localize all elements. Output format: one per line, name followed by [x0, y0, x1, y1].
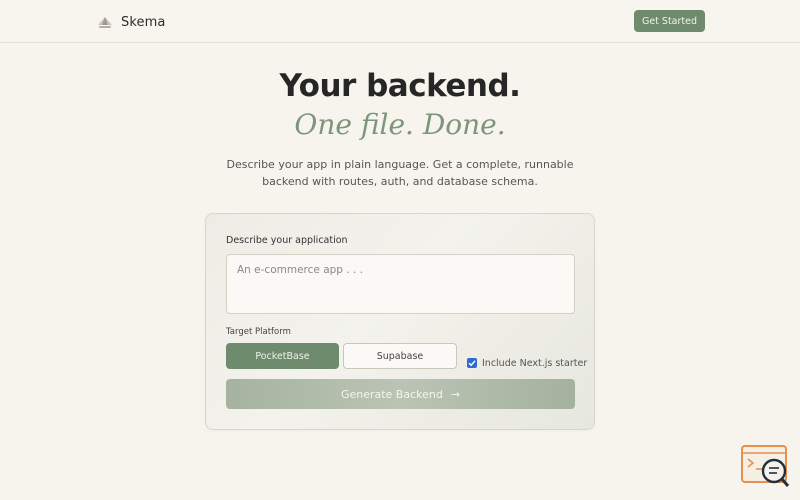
feedback-widget-icon[interactable] — [740, 444, 792, 490]
app-description-input[interactable]: An e-commerce app . . . — [226, 254, 575, 314]
brand[interactable]: Skema — [97, 12, 165, 32]
app-description-label: Describe your application — [226, 235, 348, 246]
logo-icon — [97, 15, 113, 29]
app-description-placeholder: An e-commerce app . . . — [237, 264, 363, 276]
platform-supabase-button[interactable]: Supabase — [343, 343, 457, 369]
target-platform-label: Target Platform — [226, 327, 291, 337]
hero-subtitle: One file. Done. — [294, 108, 506, 141]
generator-card: Describe your application An e-commerce … — [205, 213, 595, 430]
nextjs-checkbox[interactable] — [467, 358, 477, 368]
get-started-button[interactable]: Get Started — [634, 10, 705, 32]
platform-pocketbase-button[interactable]: PocketBase — [226, 343, 339, 369]
checkmark-icon — [468, 360, 476, 367]
nextjs-starter-option[interactable]: Include Next.js starter — [467, 356, 587, 370]
top-nav: Skema Get Started — [0, 0, 800, 43]
hero-description: Describe your app in plain language. Get… — [226, 158, 574, 188]
nextjs-checkbox-label: Include Next.js starter — [482, 357, 588, 369]
generate-backend-button[interactable]: Generate Backend → — [226, 379, 575, 409]
arrow-right-icon: → — [450, 387, 461, 401]
hero-title: Your backend. — [279, 68, 521, 104]
brand-name: Skema — [121, 14, 166, 30]
generate-backend-label: Generate Backend — [340, 387, 443, 401]
